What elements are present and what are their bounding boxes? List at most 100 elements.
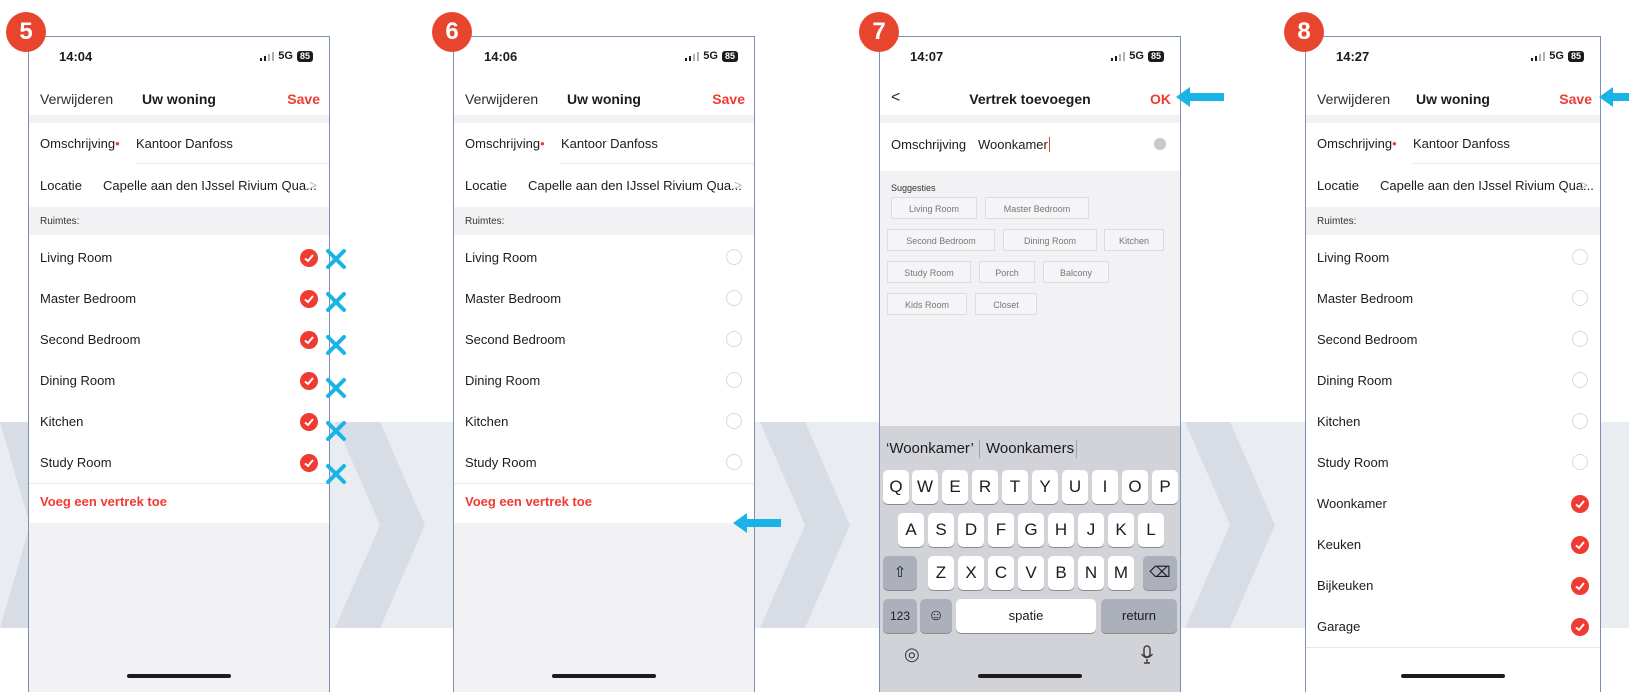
room-row[interactable]: Dining Room (454, 360, 754, 401)
room-row[interactable]: Kitchen (454, 401, 754, 442)
key-z[interactable]: Z (928, 556, 954, 590)
location-row[interactable]: Locatie Capelle aan den IJssel Rivium Qu… (454, 175, 754, 203)
checkmark-icon[interactable] (1571, 536, 1589, 554)
keyboard-prediction[interactable]: ‘Woonkamer’ (886, 440, 974, 457)
key-h[interactable]: H (1048, 513, 1074, 547)
description-field[interactable]: Omschrijving• Kantoor Danfoss (1306, 133, 1600, 163)
room-row[interactable]: Living Room (1306, 237, 1600, 278)
ok-button[interactable]: OK (1150, 91, 1171, 107)
room-row[interactable]: Dining Room (29, 360, 329, 401)
key-j[interactable]: J (1078, 513, 1104, 547)
unchecked-circle-icon[interactable] (1572, 413, 1588, 429)
room-row[interactable]: Master Bedroom (29, 278, 329, 319)
checkmark-icon[interactable] (1571, 618, 1589, 636)
numbers-key[interactable]: 123 (883, 599, 917, 633)
save-button[interactable]: Save (287, 91, 320, 107)
key-d[interactable]: D (958, 513, 984, 547)
key-s[interactable]: S (928, 513, 954, 547)
key-f[interactable]: F (988, 513, 1014, 547)
room-name-field[interactable]: Omschrijving Woonkamer (880, 133, 1180, 167)
checkmark-icon[interactable] (300, 249, 318, 267)
key-p[interactable]: P (1152, 470, 1178, 504)
unchecked-circle-icon[interactable] (1572, 454, 1588, 470)
unchecked-circle-icon[interactable] (726, 372, 742, 388)
suggestion-chip[interactable]: Balcony (1043, 261, 1109, 283)
globe-icon[interactable]: ◎ (904, 644, 920, 665)
emoji-key-icon[interactable]: ☺ (920, 599, 952, 633)
checkmark-icon[interactable] (300, 331, 318, 349)
room-row[interactable]: Garage (1306, 606, 1600, 648)
checkmark-icon[interactable] (300, 290, 318, 308)
room-row[interactable]: Study Room (1306, 442, 1600, 483)
room-row[interactable]: Second Bedroom (29, 319, 329, 360)
unchecked-circle-icon[interactable] (1572, 372, 1588, 388)
key-t[interactable]: T (1002, 470, 1028, 504)
suggestion-chip[interactable]: Living Room (891, 197, 977, 219)
key-r[interactable]: R (972, 470, 998, 504)
checkmark-icon[interactable] (300, 454, 318, 472)
space-key[interactable]: spatie (956, 599, 1096, 633)
unchecked-circle-icon[interactable] (1572, 331, 1588, 347)
keyboard-prediction[interactable]: Woonkamers (986, 440, 1074, 457)
room-name-input[interactable]: Woonkamer (978, 137, 1050, 152)
checkmark-icon[interactable] (1571, 495, 1589, 513)
key-o[interactable]: O (1122, 470, 1148, 504)
key-n[interactable]: N (1078, 556, 1104, 590)
save-button[interactable]: Save (712, 91, 745, 107)
suggestion-chip[interactable]: Kids Room (887, 293, 967, 315)
backspace-key-icon[interactable]: ⌫ (1143, 556, 1177, 590)
unchecked-circle-icon[interactable] (1572, 290, 1588, 306)
key-y[interactable]: Y (1032, 470, 1058, 504)
room-row[interactable]: Woonkamer (1306, 483, 1600, 524)
description-field[interactable]: Omschrijving• Kantoor Danfoss (454, 133, 754, 163)
room-row[interactable]: Master Bedroom (1306, 278, 1600, 319)
key-k[interactable]: K (1108, 513, 1134, 547)
return-key[interactable]: return (1101, 599, 1177, 633)
key-c[interactable]: C (988, 556, 1014, 590)
unchecked-circle-icon[interactable] (726, 249, 742, 265)
key-i[interactable]: I (1092, 470, 1118, 504)
key-q[interactable]: Q (883, 470, 909, 504)
room-row[interactable]: Living Room (454, 237, 754, 278)
room-row[interactable]: Second Bedroom (454, 319, 754, 360)
suggestion-chip[interactable]: Master Bedroom (985, 197, 1089, 219)
unchecked-circle-icon[interactable] (1572, 249, 1588, 265)
suggestion-chip[interactable]: Study Room (887, 261, 971, 283)
room-row[interactable]: Keuken (1306, 524, 1600, 565)
shift-key-icon[interactable]: ⇧ (883, 556, 917, 590)
room-row[interactable]: Kitchen (29, 401, 329, 442)
key-x[interactable]: X (958, 556, 984, 590)
key-e[interactable]: E (942, 470, 968, 504)
suggestion-chip[interactable]: Second Bedroom (887, 229, 995, 251)
key-v[interactable]: V (1018, 556, 1044, 590)
key-u[interactable]: U (1062, 470, 1088, 504)
add-room-link[interactable]: Voeg een vertrek toe (40, 494, 167, 509)
unchecked-circle-icon[interactable] (726, 413, 742, 429)
location-row[interactable]: Locatie Capelle aan den IJssel Rivium Qu… (1306, 175, 1600, 203)
microphone-icon[interactable] (1140, 645, 1154, 665)
checkmark-icon[interactable] (1571, 577, 1589, 595)
description-field[interactable]: Omschrijving• Kantoor Danfoss (29, 133, 329, 163)
key-m[interactable]: M (1108, 556, 1134, 590)
key-w[interactable]: W (912, 470, 938, 504)
room-row[interactable]: Study Room (29, 442, 329, 484)
key-l[interactable]: L (1138, 513, 1164, 547)
clear-icon[interactable] (1154, 138, 1166, 150)
unchecked-circle-icon[interactable] (726, 290, 742, 306)
suggestion-chip[interactable]: Porch (979, 261, 1035, 283)
key-a[interactable]: A (898, 513, 924, 547)
key-g[interactable]: G (1018, 513, 1044, 547)
add-room-link[interactable]: Voeg een vertrek toe (465, 494, 592, 509)
suggestion-chip[interactable]: Closet (975, 293, 1037, 315)
unchecked-circle-icon[interactable] (726, 331, 742, 347)
room-row[interactable]: Dining Room (1306, 360, 1600, 401)
checkmark-icon[interactable] (300, 372, 318, 390)
room-row[interactable]: Master Bedroom (454, 278, 754, 319)
room-row[interactable]: Study Room (454, 442, 754, 484)
suggestion-chip[interactable]: Dining Room (1003, 229, 1097, 251)
room-row[interactable]: Living Room (29, 237, 329, 278)
unchecked-circle-icon[interactable] (726, 454, 742, 470)
room-row[interactable]: Bijkeuken (1306, 565, 1600, 606)
key-b[interactable]: B (1048, 556, 1074, 590)
suggestion-chip[interactable]: Kitchen (1104, 229, 1164, 251)
